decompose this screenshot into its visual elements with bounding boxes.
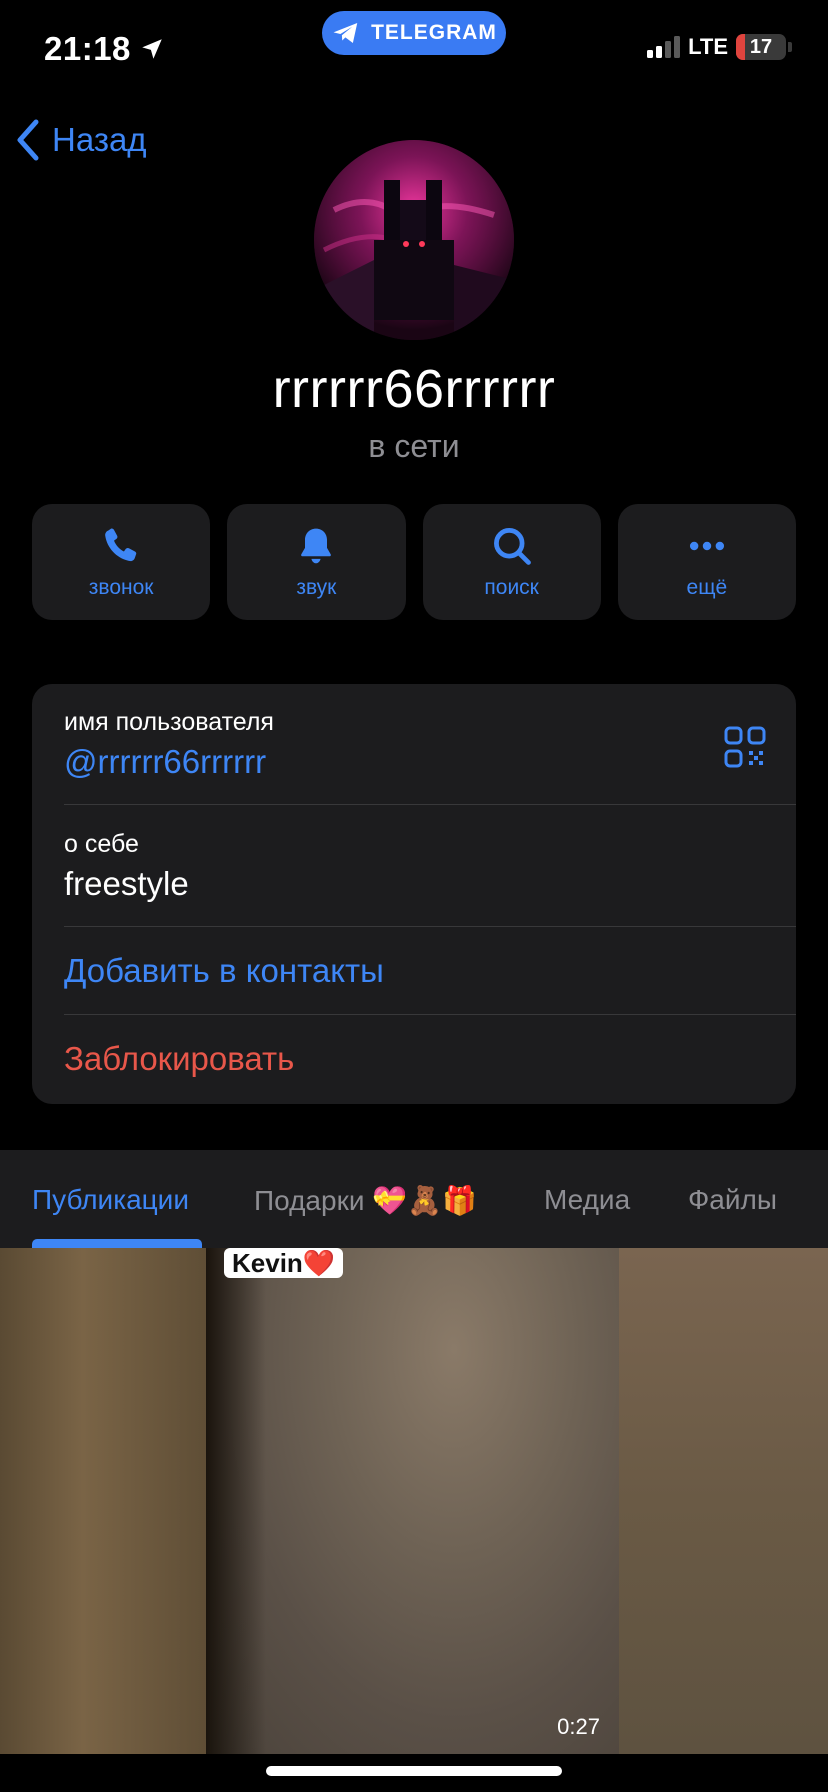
username-value[interactable]: @rrrrrr66rrrrrr — [64, 743, 796, 781]
username-row[interactable]: имя пользователя @rrrrrr66rrrrrr — [64, 708, 796, 781]
bio-value: freestyle — [64, 865, 189, 902]
username-caption: имя пользователя — [64, 708, 274, 736]
phone-icon — [105, 528, 137, 562]
telegram-return-pill[interactable]: TELEGRAM — [322, 11, 506, 55]
status-indicators: LTE 17 — [647, 34, 792, 60]
tab-publications[interactable]: Публикации — [32, 1184, 189, 1216]
divider — [64, 804, 796, 805]
media-tile[interactable] — [619, 1248, 828, 1754]
media-grid: Kevin❤️ 0:27 — [0, 1248, 828, 1754]
battery-level: 17 — [749, 35, 773, 58]
divider — [64, 926, 796, 927]
location-arrow-icon — [142, 39, 162, 59]
more-button[interactable]: ещё — [617, 504, 796, 620]
block-button[interactable]: Заблокировать — [64, 1040, 796, 1078]
media-tile[interactable] — [0, 1248, 206, 1754]
video-tile[interactable] — [206, 1248, 619, 1754]
network-type: LTE — [688, 34, 728, 59]
search-label: поиск — [484, 576, 539, 599]
battery-icon: 17 — [736, 34, 786, 60]
search-button[interactable]: поиск — [422, 504, 601, 620]
divider — [64, 1014, 796, 1015]
search-icon — [493, 528, 531, 565]
sound-label: звук — [296, 576, 337, 599]
sound-button[interactable]: звук — [227, 504, 406, 620]
profile-name: rrrrrr66rrrrrr — [272, 359, 556, 419]
more-label: ещё — [686, 576, 728, 599]
call-button[interactable]: звонок — [32, 504, 211, 620]
clock-text: 21:18 — [44, 30, 131, 67]
story-sticker: Kevin❤️ — [224, 1248, 344, 1278]
video-duration: 0:27 — [557, 1714, 600, 1739]
app-pill-label: TELEGRAM — [371, 21, 497, 44]
telegram-plane-icon — [333, 23, 358, 43]
bio-caption: о себе — [64, 830, 139, 858]
back-label: Назад — [52, 121, 147, 158]
home-indicator[interactable] — [266, 1766, 562, 1776]
avatar[interactable] — [314, 140, 514, 340]
active-tab-indicator — [32, 1239, 202, 1248]
online-status: в сети — [368, 428, 460, 464]
action-buttons: звонок звук поиск ещё — [32, 504, 796, 620]
more-icon — [689, 541, 724, 551]
bio-row: о себе freestyle — [64, 830, 796, 903]
castle-artwork-icon — [314, 140, 514, 340]
tab-files[interactable]: Файлы — [688, 1184, 777, 1216]
chevron-left-icon — [17, 119, 39, 161]
cell-signal-icon — [647, 36, 681, 58]
bell-icon — [301, 528, 332, 564]
info-card: имя пользователя @rrrrrr66rrrrrr о себе … — [32, 684, 796, 1104]
tab-media[interactable]: Медиа — [544, 1184, 630, 1216]
call-label: звонок — [88, 576, 154, 599]
back-button[interactable]: Назад — [14, 118, 147, 162]
add-contact-button[interactable]: Добавить в контакты — [64, 952, 796, 990]
qr-code-icon[interactable] — [724, 726, 766, 768]
status-time: 21:18 — [44, 30, 165, 68]
profile-tabs: Публикации Подарки 💝🧸🎁 Медиа Файлы — [0, 1150, 828, 1248]
tab-gifts[interactable]: Подарки 💝🧸🎁 — [254, 1184, 477, 1217]
